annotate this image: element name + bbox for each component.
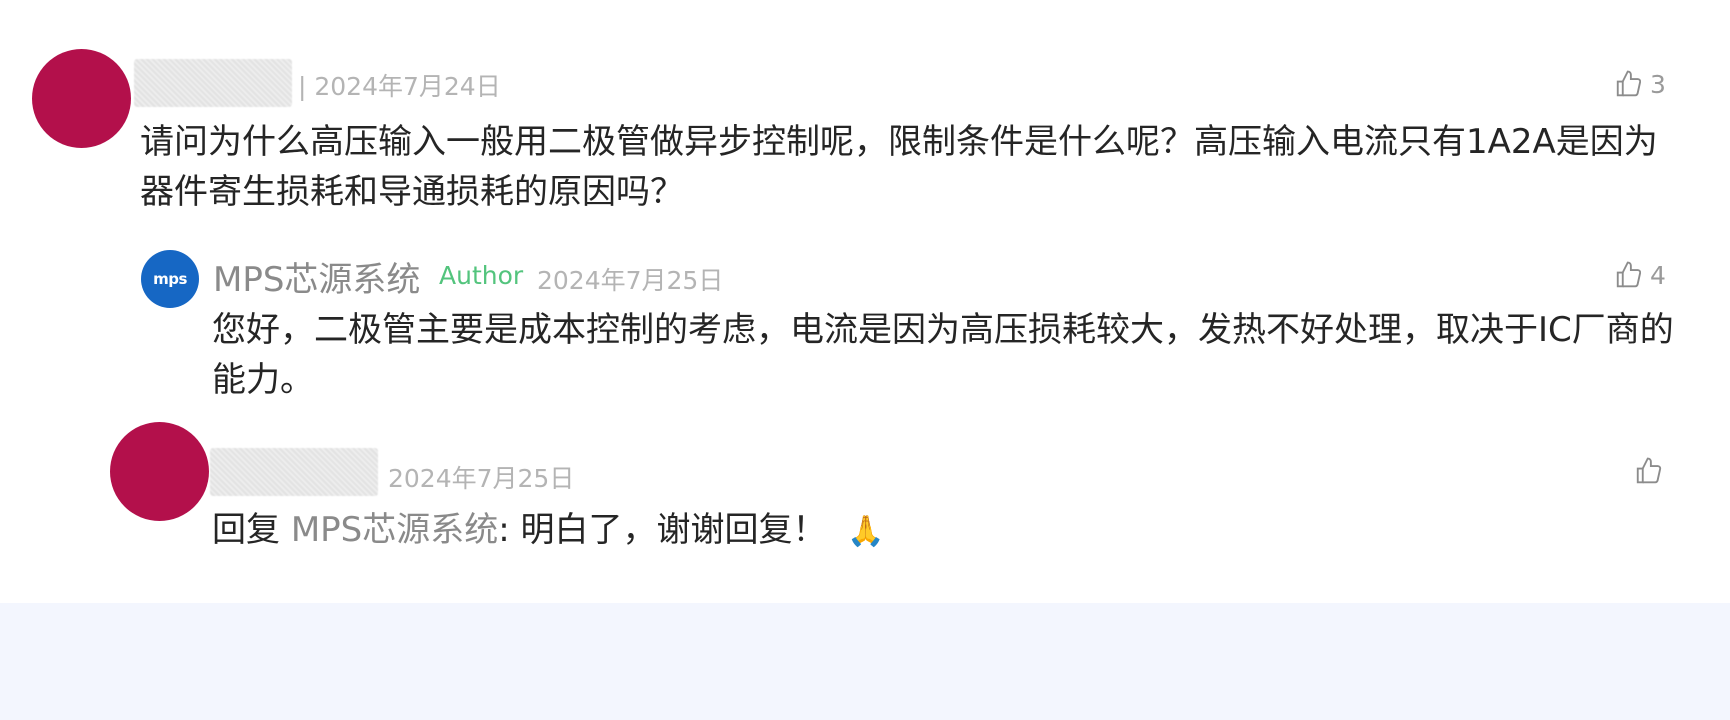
- username-redacted[interactable]: [134, 59, 292, 107]
- logo-text: mps: [153, 270, 187, 288]
- comment-thread: | 2024年7月24日 3 请问为什么高压输入一般用二极管做异步控制呢，限制条…: [0, 0, 1730, 603]
- username-redacted[interactable]: [210, 448, 378, 496]
- like-count: 4: [1650, 260, 1666, 290]
- reply-prefix: 回复: [212, 510, 280, 550]
- author-name[interactable]: MPS芯源系统: [213, 252, 420, 301]
- reply-text: 回复 MPS芯源系统: 明白了，谢谢回复！ 🙏: [212, 505, 885, 557]
- avatar[interactable]: [32, 49, 131, 148]
- avatar[interactable]: [110, 422, 209, 521]
- thumbs-up-icon: [1616, 261, 1642, 288]
- mention-link[interactable]: MPS芯源系统: [291, 510, 498, 550]
- footer-area: [0, 603, 1730, 720]
- reply-date: 2024年7月25日: [388, 464, 575, 493]
- comment-text: 请问为什么高压输入一般用二极管做异步控制呢，限制条件是什么呢？高压输入电流只有1…: [140, 122, 1658, 212]
- separator: :: [498, 510, 510, 550]
- folded-hands-emoji: 🙏: [847, 514, 885, 549]
- reply-date: 2024年7月25日: [537, 266, 724, 295]
- like-button[interactable]: 4: [1614, 260, 1666, 290]
- author-avatar[interactable]: mps: [141, 250, 199, 308]
- reply-body: 明白了，谢谢回复！: [520, 510, 827, 550]
- like-button[interactable]: [1634, 456, 1670, 486]
- thumbs-up-icon: [1616, 70, 1642, 97]
- like-count: 3: [1650, 69, 1666, 99]
- reply-text: 您好，二极管主要是成本控制的考虑，电流是因为高压损耗较大，发热不好处理，取决于I…: [212, 310, 1674, 400]
- thumbs-up-icon: [1636, 457, 1662, 484]
- like-button[interactable]: 3: [1614, 69, 1666, 99]
- comment-date: | 2024年7月24日: [298, 72, 501, 101]
- author-badge: Author: [439, 261, 524, 290]
